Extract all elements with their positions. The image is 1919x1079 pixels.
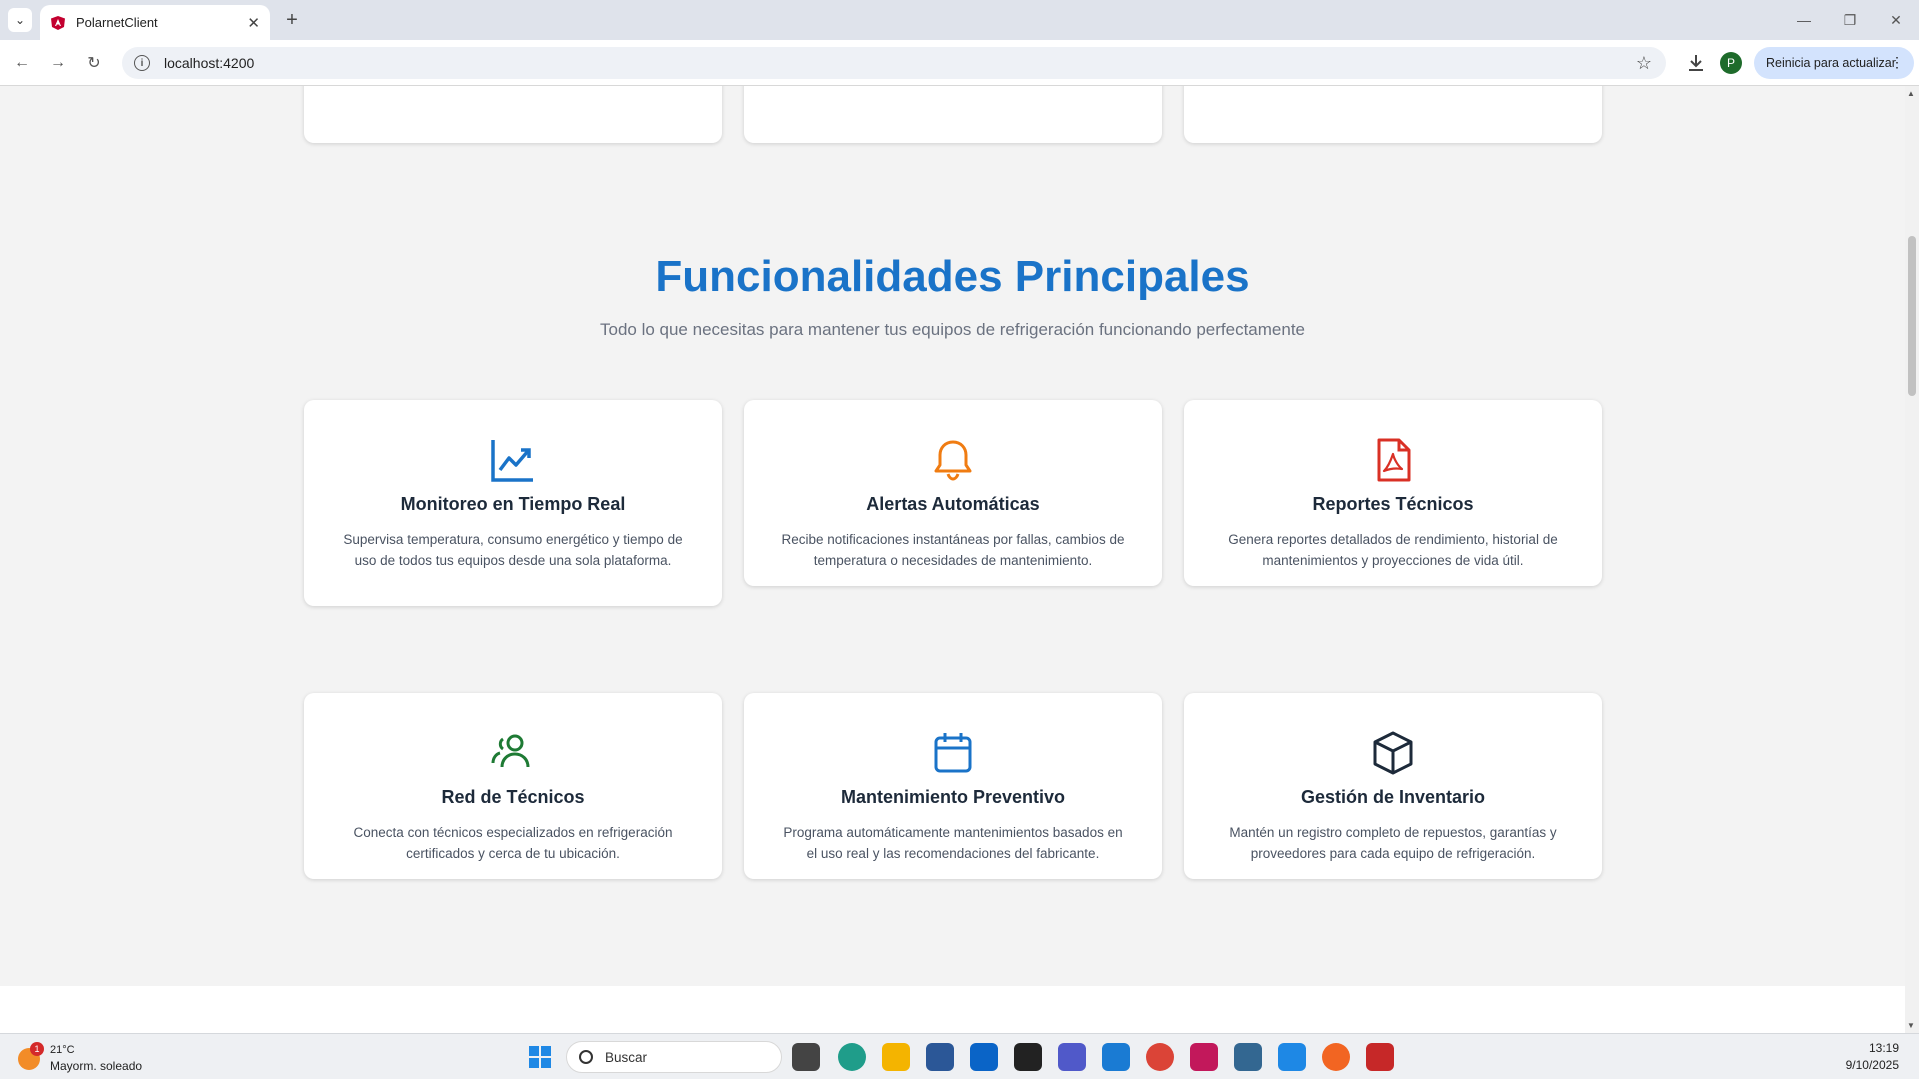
- clock-time: 13:19: [1868, 1041, 1899, 1055]
- download-icon[interactable]: [1684, 51, 1708, 75]
- feature-card-monitoring: Monitoreo en Tiempo Real Supervisa tempe…: [304, 400, 722, 606]
- feature-card-reports: Reportes Técnicos Genera reportes detall…: [1184, 400, 1602, 586]
- system-clock[interactable]: 13:19 9/10/2025: [1846, 1040, 1899, 1074]
- feature-card-maintenance: Mantenimiento Preventivo Programa automá…: [744, 693, 1162, 879]
- task-view-icon[interactable]: [792, 1043, 820, 1071]
- windows-start-icon[interactable]: [526, 1043, 554, 1071]
- feature-card-technicians: Red de Técnicos Conecta con técnicos esp…: [304, 693, 722, 879]
- feature-card-inventory: Gestión de Inventario Mantén un registro…: [1184, 693, 1602, 879]
- update-label: Reinicia para actualizar: [1766, 56, 1896, 70]
- calendar-icon: [934, 733, 972, 773]
- window-controls: — ❐ ✕: [1781, 0, 1919, 40]
- angular-logo-icon: [51, 15, 65, 30]
- bell-icon: [934, 440, 972, 481]
- microsoft-store-icon[interactable]: [926, 1043, 954, 1071]
- previous-card: [1184, 86, 1602, 143]
- snipping-tool-icon[interactable]: [1366, 1043, 1394, 1071]
- scroll-down-arrow-icon[interactable]: ▼: [1907, 1021, 1915, 1030]
- chrome-icon[interactable]: [1146, 1043, 1174, 1071]
- feature-description: Supervisa temperatura, consumo energétic…: [343, 532, 683, 568]
- edge-browser-icon[interactable]: [838, 1043, 866, 1071]
- search-placeholder: Buscar: [605, 1049, 648, 1065]
- browser-tab[interactable]: PolarnetClient ✕: [40, 5, 270, 40]
- feature-title: Red de Técnicos: [441, 787, 585, 807]
- feature-description: Conecta con técnicos especializados en r…: [353, 825, 673, 861]
- bookmark-star-icon[interactable]: ☆: [1636, 53, 1652, 74]
- page-scrollbar[interactable]: ▲ ▼: [1905, 86, 1919, 1033]
- feature-description: Programa automáticamente mantenimientos …: [783, 825, 1123, 861]
- minimize-button[interactable]: —: [1781, 0, 1827, 40]
- postman-icon[interactable]: [1322, 1043, 1350, 1071]
- feature-title: Gestión de Inventario: [1300, 787, 1486, 807]
- temperature: 21°C: [50, 1044, 75, 1056]
- page-viewport: Funcionalidades Principales Todo lo que …: [0, 86, 1905, 1033]
- next-section: [0, 986, 1905, 1033]
- box-icon: [1373, 731, 1413, 775]
- tab-title: PolarnetClient: [76, 15, 158, 30]
- file-explorer-icon[interactable]: [882, 1043, 910, 1071]
- previous-card: [744, 86, 1162, 143]
- new-tab-button[interactable]: +: [280, 8, 304, 32]
- close-window-button[interactable]: ✕: [1873, 0, 1919, 40]
- feature-description: Recibe notificaciones instantáneas por f…: [781, 532, 1125, 568]
- back-button[interactable]: ←: [10, 51, 34, 75]
- profile-avatar[interactable]: P: [1720, 52, 1742, 74]
- tab-search-button[interactable]: ⌄: [8, 8, 32, 32]
- browser-chrome: ⌄ PolarnetClient ✕ + — ❐ ✕ ← → ↻ i local…: [0, 0, 1919, 86]
- tab-bar: ⌄ PolarnetClient ✕ + — ❐ ✕: [0, 0, 1919, 40]
- feature-description: Mantén un registro completo de repuestos…: [1229, 825, 1557, 861]
- feature-description: Genera reportes detallados de rendimient…: [1228, 532, 1558, 568]
- restore-button[interactable]: ❐: [1827, 0, 1873, 40]
- browser-toolbar: ← → ↻ i localhost:4200 ☆ P Reinicia para…: [0, 40, 1919, 86]
- taskbar-search[interactable]: Buscar: [566, 1041, 782, 1073]
- pdf-file-icon: [1377, 438, 1411, 482]
- postgresql-icon[interactable]: [1234, 1043, 1262, 1071]
- vscode-icon[interactable]: [1102, 1043, 1130, 1071]
- section-subtitle: Todo lo que necesitas para mantener tus …: [599, 320, 1305, 339]
- teams-icon[interactable]: [1058, 1043, 1086, 1071]
- search-icon: [579, 1050, 593, 1064]
- feature-title: Monitoreo en Tiempo Real: [400, 494, 626, 514]
- address-bar[interactable]: i localhost:4200 ☆: [122, 47, 1666, 79]
- feature-title: Mantenimiento Preventivo: [840, 787, 1066, 807]
- site-info-icon[interactable]: i: [134, 55, 150, 71]
- outlook-icon[interactable]: [970, 1043, 998, 1071]
- terminal-icon[interactable]: [1014, 1043, 1042, 1071]
- previous-card: [304, 86, 722, 143]
- notepad-icon[interactable]: [1278, 1043, 1306, 1071]
- feature-title: Alertas Automáticas: [866, 494, 1040, 514]
- update-button[interactable]: Reinicia para actualizar ⋮: [1754, 47, 1914, 79]
- weather-condition: Mayorm. soleado: [50, 1059, 143, 1073]
- feature-title: Reportes Técnicos: [1312, 494, 1474, 514]
- chart-line-icon: [491, 440, 533, 482]
- feature-card-alerts: Alertas Automáticas Recibe notificacione…: [744, 400, 1162, 586]
- section-title: Funcionalidades Principales: [655, 252, 1250, 301]
- clock-date: 9/10/2025: [1845, 1058, 1899, 1072]
- notification-badge: 1: [30, 1042, 44, 1056]
- scroll-up-arrow-icon[interactable]: ▲: [1907, 89, 1915, 98]
- url-text: localhost:4200: [164, 55, 255, 71]
- forward-button[interactable]: →: [46, 51, 70, 75]
- users-icon: [491, 734, 530, 768]
- weather-widget[interactable]: 1 21°C Mayorm. soleado: [18, 1042, 158, 1074]
- reload-button[interactable]: ↻: [82, 51, 106, 75]
- scroll-thumb[interactable]: [1908, 236, 1916, 396]
- database-app-icon[interactable]: [1190, 1043, 1218, 1071]
- close-tab-icon[interactable]: ✕: [247, 14, 260, 32]
- menu-dots-icon: ⋮: [1890, 54, 1904, 70]
- windows-taskbar: 1 21°C Mayorm. soleado Buscar 13:19 9/10…: [0, 1033, 1919, 1079]
